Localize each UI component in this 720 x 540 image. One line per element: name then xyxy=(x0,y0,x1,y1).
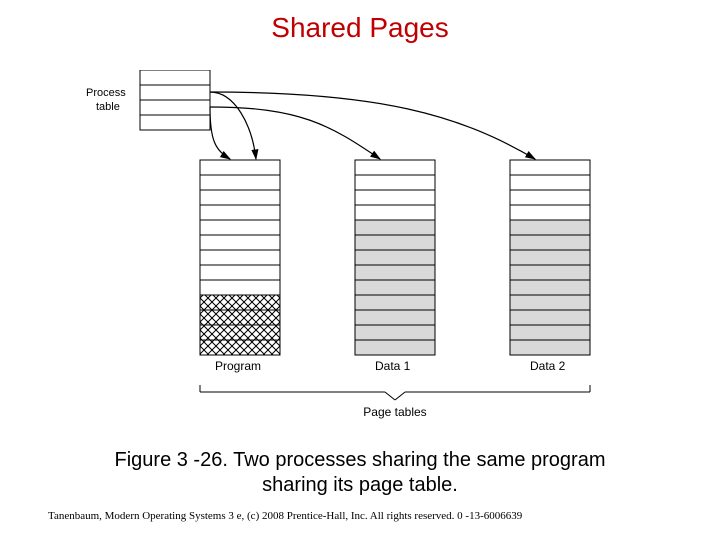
program-label: Program xyxy=(215,359,261,373)
program-table xyxy=(200,160,280,355)
caption-line-1: Figure 3 -26. Two processes sharing the … xyxy=(115,449,606,471)
arrow-proc1-to-data2 xyxy=(210,92,535,159)
process-table-label-2: table xyxy=(96,101,120,113)
data2-table xyxy=(510,160,590,355)
data2-label: Data 2 xyxy=(530,359,566,373)
arrow-proc1-to-program xyxy=(210,92,256,159)
credit-line: Tanenbaum, Modern Operating Systems 3 e,… xyxy=(48,510,672,522)
figure-caption: Figure 3 -26. Two processes sharing the … xyxy=(0,448,720,498)
diagram: Process table Program Da xyxy=(60,70,660,430)
data1-table xyxy=(355,160,435,355)
page-tables-label: Page tables xyxy=(363,405,426,419)
data1-label: Data 1 xyxy=(375,359,411,373)
caption-line-2: sharing its page table. xyxy=(262,474,458,496)
page-title: Shared Pages xyxy=(0,12,720,44)
process-table xyxy=(140,70,210,130)
process-table-label-1: Process xyxy=(86,87,126,99)
arrow-proc2-to-data1 xyxy=(210,107,380,159)
page-tables-brace xyxy=(200,385,590,400)
arrow-proc2-to-program xyxy=(210,107,230,159)
